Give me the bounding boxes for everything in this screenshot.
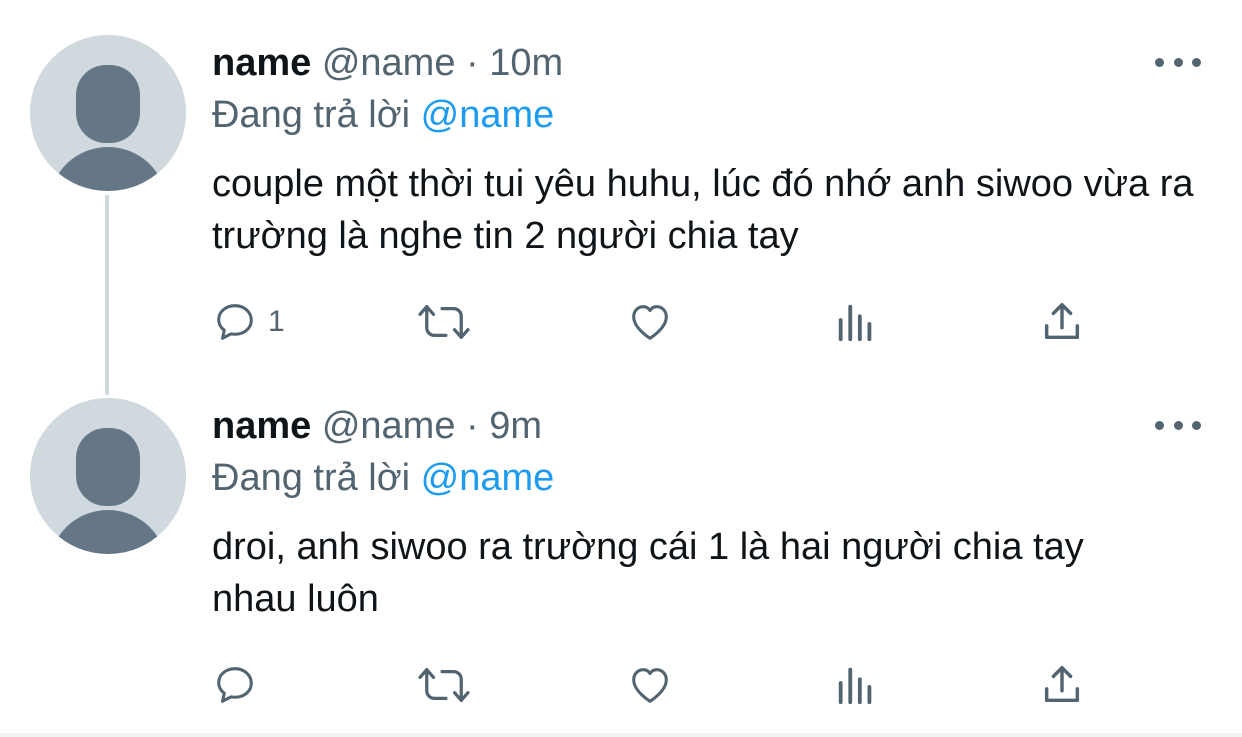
reply-button[interactable]: 1 <box>212 297 285 347</box>
avatar[interactable] <box>30 398 186 554</box>
replying-to-label: Đang trả lời <box>212 457 411 499</box>
replying-to-label: Đang trả lời <box>212 94 411 136</box>
replying-to-line: Đang trả lời @name <box>212 455 554 501</box>
tweet-timestamp[interactable]: 10m <box>489 42 563 84</box>
tweet-1[interactable]: name @name · 10m Đang trả lời @name coup… <box>0 0 1242 370</box>
tweet-header: name @name · 9m <box>212 403 542 449</box>
tweet-divider <box>0 733 1242 737</box>
share-upload-icon <box>1044 303 1080 340</box>
author-handle[interactable]: @name <box>322 405 456 447</box>
like-button[interactable] <box>626 660 674 710</box>
analytics-button[interactable] <box>834 660 878 710</box>
avatar[interactable] <box>30 35 186 191</box>
tweet-text: couple một thời tui yêu huhu, lúc đó nhớ… <box>212 163 1194 257</box>
share-button[interactable] <box>1039 297 1085 347</box>
tweet-2[interactable]: name @name · 9m Đang trả lời @name droi,… <box>0 370 1242 733</box>
heart-icon <box>632 668 668 703</box>
retweet-arrows-icon <box>418 305 470 339</box>
tweet-header: name @name · 10m <box>212 40 563 86</box>
more-options-button[interactable] <box>1155 52 1201 72</box>
ellipsis-dot <box>1173 420 1183 430</box>
heart-icon <box>632 305 668 340</box>
retweet-arrows-icon <box>418 668 470 702</box>
share-button[interactable] <box>1039 660 1085 710</box>
share-upload-icon <box>1044 666 1080 703</box>
ellipsis-dot <box>1155 420 1164 430</box>
bar-chart-icon <box>838 667 872 705</box>
ellipsis-dot <box>1192 420 1201 430</box>
reply-count: 1 <box>268 305 285 338</box>
author-handle[interactable]: @name <box>322 42 456 84</box>
person-silhouette-icon <box>30 35 186 191</box>
reply-mention-link[interactable]: @name <box>421 457 555 499</box>
header-separator: · <box>466 42 479 84</box>
bar-chart-icon <box>838 304 872 342</box>
header-separator: · <box>466 405 479 447</box>
tweet-text: droi, anh siwoo ra trường cái 1 là hai n… <box>212 526 1084 620</box>
more-options-button[interactable] <box>1155 415 1201 435</box>
speech-bubble-icon <box>217 304 253 340</box>
analytics-button[interactable] <box>834 297 878 347</box>
tweet-action-bar <box>212 660 1092 710</box>
ellipsis-dot <box>1192 57 1201 67</box>
author-name[interactable]: name <box>212 42 311 84</box>
speech-bubble-icon <box>217 667 253 703</box>
reply-button[interactable] <box>212 660 268 710</box>
reply-mention-link[interactable]: @name <box>421 94 555 136</box>
person-silhouette-icon <box>30 398 186 554</box>
ellipsis-dot <box>1155 57 1164 67</box>
author-name[interactable]: name <box>212 405 311 447</box>
like-button[interactable] <box>626 297 674 347</box>
retweet-button[interactable] <box>416 660 472 710</box>
ellipsis-dot <box>1173 57 1183 67</box>
tweet-action-bar: 1 <box>212 297 1092 347</box>
tweet-timestamp[interactable]: 9m <box>489 405 542 447</box>
retweet-button[interactable] <box>416 297 472 347</box>
replying-to-line: Đang trả lời @name <box>212 92 554 138</box>
